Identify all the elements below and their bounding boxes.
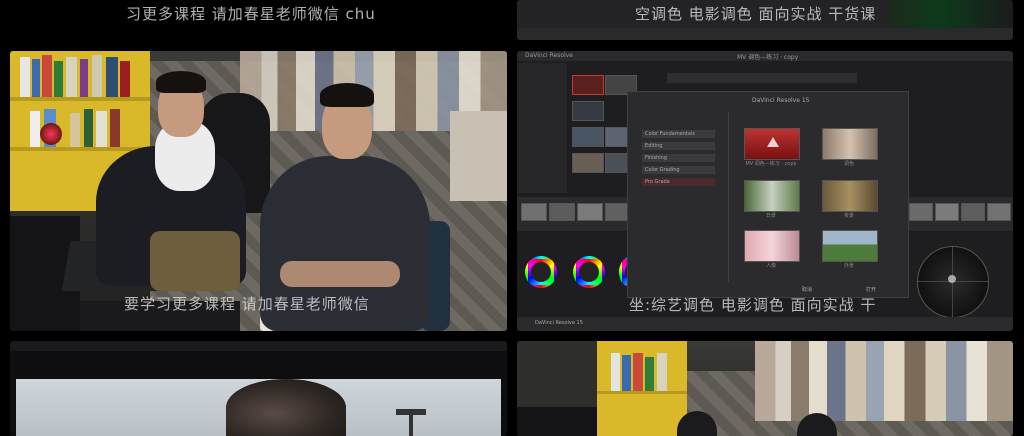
video-panel-studio: 要学习更多课程 请加春星老师微信: [10, 51, 507, 331]
cancel-button[interactable]: 取消: [802, 286, 812, 293]
project-title: MV 调色—练习 · copy: [737, 54, 799, 61]
open-button[interactable]: 打开: [866, 286, 876, 293]
app-title: DaVinci Resolve: [525, 52, 573, 59]
resolve-page-bar-bottom: DaVinci Resolve 15: [517, 317, 1013, 331]
resolve-strip-top: 空调色 电影调色 面向实战 干货课: [517, 0, 1013, 40]
project-list-item-3[interactable]: Finishing: [642, 154, 715, 162]
project-label-1: MV 调色—练习 · copy: [745, 161, 797, 167]
person-silhouette: [226, 379, 346, 436]
project-label-6: 外景: [843, 263, 854, 269]
dialog-title: DaVinci Resolve 15: [752, 97, 810, 104]
warning-icon: [767, 137, 779, 147]
photo-wall-2: [755, 341, 1013, 421]
project-thumb-2[interactable]: [822, 128, 878, 160]
color-wheel-gamma[interactable]: [573, 256, 605, 288]
vectorscope: [917, 246, 989, 318]
project-thumb-4[interactable]: [822, 180, 878, 212]
resolve-window: DaVinci Resolve MV 调色—练习 · copy DaVinci …: [517, 51, 1013, 331]
caption-top-left: 习更多课程 请加春星老师微信 chu: [126, 5, 376, 23]
project-label-3: 日景: [765, 213, 776, 219]
video-frame: [16, 379, 501, 436]
project-manager-dialog: DaVinci Resolve 15 Color Fundamentals Ed…: [627, 91, 909, 298]
resolve-page-bar: [517, 28, 1013, 40]
caption-mid-right: 坐:综艺调色 电影调色 面向实战 干: [629, 296, 877, 314]
project-label-4: 夜景: [843, 213, 854, 219]
desktop-video-panel: [10, 341, 507, 436]
project-thumb-1[interactable]: [744, 128, 800, 160]
project-label-2: 调色: [843, 161, 854, 167]
plasma-ball: [40, 123, 62, 145]
resolve-menu-bar: DaVinci Resolve MV 调色—练习 · copy: [517, 51, 1013, 61]
project-label-5: 人像: [765, 263, 776, 269]
project-thumb-6[interactable]: [822, 230, 878, 262]
caption-top-right: 空调色 电影调色 面向实战 干货课: [635, 5, 877, 23]
bookshelf-2: [597, 341, 687, 436]
project-thumb-3[interactable]: [744, 180, 800, 212]
color-wheel-lift[interactable]: [525, 256, 557, 288]
status-label: DaVinci Resolve 15: [535, 320, 583, 326]
project-thumb-5[interactable]: [744, 230, 800, 262]
caption-mid-left: 要学习更多课程 请加春星老师微信: [124, 295, 370, 313]
project-list-item-4[interactable]: Color Grading: [642, 166, 715, 174]
project-list-item-5[interactable]: Pro Grade: [642, 178, 715, 186]
project-list-item-1[interactable]: Color Fundamentals: [642, 130, 715, 138]
desktop-menu-bar: [10, 341, 507, 351]
project-list-item-2[interactable]: Editing: [642, 142, 715, 150]
scope-graph: [889, 0, 1013, 28]
video-panel-studio-2: [517, 341, 1013, 436]
